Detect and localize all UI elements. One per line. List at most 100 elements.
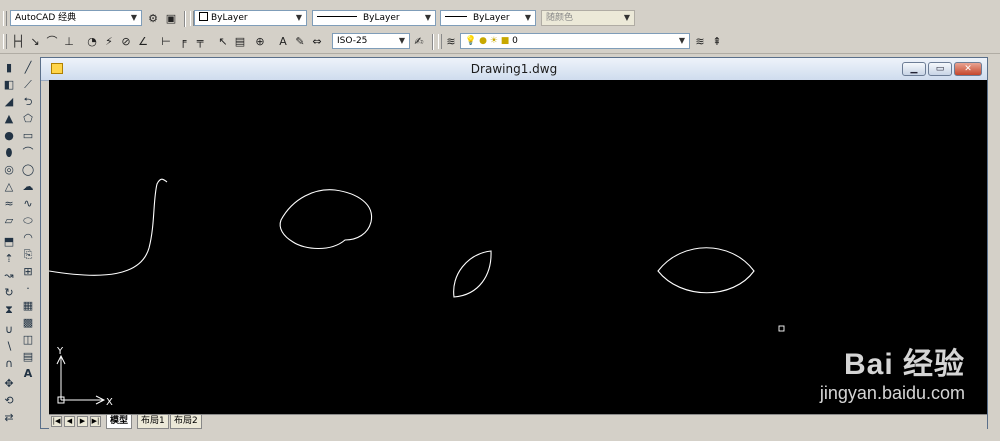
3d-align-icon[interactable]: ⇄ xyxy=(1,410,17,426)
jogged-dimension-icon[interactable]: ⚡ xyxy=(101,34,117,50)
hatch-icon[interactable]: ▦ xyxy=(20,298,36,314)
plotstyle-value: 随颜色 xyxy=(546,13,574,23)
dimension-style-icon[interactable]: ✍ xyxy=(411,34,427,50)
point-icon[interactable]: · xyxy=(20,281,36,297)
diameter-dimension-icon[interactable]: ⊘ xyxy=(118,34,134,50)
extrude-icon[interactable]: ⬒ xyxy=(1,234,17,250)
prev-tab-button[interactable]: ◀ xyxy=(64,416,75,427)
workspace-dropdown[interactable]: AutoCAD 经典 ▼ xyxy=(10,10,142,26)
color-swatch xyxy=(199,12,208,21)
center-mark-icon[interactable]: ⊕ xyxy=(252,34,268,50)
circle-icon[interactable]: ◯ xyxy=(20,162,36,178)
polyline-icon[interactable]: ⮌ xyxy=(20,94,36,110)
minimize-button[interactable]: ▁ xyxy=(902,62,926,76)
rectangle-icon[interactable]: ▭ xyxy=(20,128,36,144)
window-titlebar[interactable]: Drawing1.dwg ▁ ▭ ✕ xyxy=(41,58,987,81)
pyramid-icon[interactable]: △ xyxy=(1,179,17,195)
angular-dimension-icon[interactable]: ∠ xyxy=(135,34,151,50)
make-block-icon[interactable]: ⊞ xyxy=(20,264,36,280)
linetype-preview xyxy=(317,16,357,17)
spline-curve[interactable] xyxy=(49,178,168,276)
quick-dimension-icon[interactable]: ⊢ xyxy=(158,34,174,50)
arc-icon[interactable]: ⌒ xyxy=(20,145,36,161)
toolbar-grip[interactable] xyxy=(3,11,7,26)
petal-shape[interactable] xyxy=(453,250,492,298)
3d-move-icon[interactable]: ✥ xyxy=(1,376,17,392)
ellipse-icon[interactable]: ⬭ xyxy=(20,213,36,229)
region-icon[interactable]: ◫ xyxy=(20,332,36,348)
table-icon[interactable]: ▤ xyxy=(20,349,36,365)
arc-length-icon[interactable]: ⌒ xyxy=(44,34,60,50)
modeling-toolbar: ▮ ◧ ◢ ▲ ● ⬮ ◎ △ ≈ ▱ ⬒ ⇡ ↝ ↻ ⧗ ∪ ∖ ∩ ✥ ⟲ … xyxy=(0,56,19,441)
first-tab-button[interactable]: |◀ xyxy=(51,416,62,427)
intersect-icon[interactable]: ∩ xyxy=(1,356,17,372)
workspace-settings-icon[interactable]: ⚙ xyxy=(145,11,161,27)
subtract-icon[interactable]: ∖ xyxy=(1,339,17,355)
draw-toolbar: ╱ ⟋ ⮌ ⬠ ▭ ⌒ ◯ ☁ ∿ ⬭ ◠ ⎘ ⊞ · ▦ ▩ ◫ ▤ A xyxy=(19,56,38,441)
ellipse-arc-icon[interactable]: ◠ xyxy=(20,230,36,246)
lineweight-dropdown[interactable]: ByLayer ▼ xyxy=(440,10,536,26)
closed-curve-shape[interactable] xyxy=(279,189,373,250)
revolve-icon[interactable]: ↻ xyxy=(1,285,17,301)
layer-manager-icon[interactable]: ≋ xyxy=(443,34,459,50)
dimension-edit-icon[interactable]: A xyxy=(275,34,291,50)
spline-icon[interactable]: ∿ xyxy=(20,196,36,212)
restore-button[interactable]: ▭ xyxy=(928,62,952,76)
3d-rotate-icon[interactable]: ⟲ xyxy=(1,393,17,409)
line-icon[interactable]: ╱ xyxy=(20,60,36,76)
continue-dimension-icon[interactable]: ╤ xyxy=(192,34,208,50)
close-button[interactable]: ✕ xyxy=(954,62,982,76)
polygon-icon[interactable]: ⬠ xyxy=(20,111,36,127)
toolbar-grip[interactable] xyxy=(3,34,7,49)
chevron-down-icon: ▼ xyxy=(424,13,432,22)
gradient-icon[interactable]: ▩ xyxy=(20,315,36,331)
cone-icon[interactable]: ▲ xyxy=(1,111,17,127)
dimstyle-dropdown[interactable]: ISO-25 ▼ xyxy=(332,33,410,49)
torus-icon[interactable]: ◎ xyxy=(1,162,17,178)
layer-value: 0 xyxy=(512,36,518,46)
box-icon[interactable]: ◧ xyxy=(1,77,17,93)
sphere-icon[interactable]: ● xyxy=(1,128,17,144)
window-title: Drawing1.dwg xyxy=(470,62,558,76)
color-value: ByLayer xyxy=(211,13,248,23)
planar-surface-icon[interactable]: ▱ xyxy=(1,213,17,229)
linear-dimension-icon[interactable]: ├┤ xyxy=(10,34,26,50)
multiline-text-icon[interactable]: A xyxy=(20,366,36,382)
construction-line-icon[interactable]: ⟋ xyxy=(20,77,36,93)
next-tab-button[interactable]: ▶ xyxy=(77,416,88,427)
linetype-dropdown[interactable]: ByLayer ▼ xyxy=(312,10,436,26)
tolerance-icon[interactable]: ▤ xyxy=(232,34,248,50)
dimension-text-edit-icon[interactable]: ✎ xyxy=(292,34,308,50)
toolbar-grip[interactable] xyxy=(438,34,442,49)
union-icon[interactable]: ∪ xyxy=(1,322,17,338)
model-space-canvas[interactable]: Y X Bai 经验 jingyan.baidu.com xyxy=(49,80,987,414)
dimension-update-icon[interactable]: ⇔ xyxy=(309,34,325,50)
loft-icon[interactable]: ⧗ xyxy=(1,302,17,318)
tab-model[interactable]: 模型 xyxy=(106,415,133,429)
make-object-layer-current-icon[interactable]: ≋ xyxy=(692,34,708,50)
sweep-icon[interactable]: ↝ xyxy=(1,268,17,284)
polysolid-icon[interactable]: ▮ xyxy=(1,60,17,76)
cylinder-icon[interactable]: ⬮ xyxy=(1,145,17,161)
layer-dropdown[interactable]: 💡 ● ☀ ■ 0 ▼ xyxy=(460,33,690,49)
tab-layout1[interactable]: 布局1 xyxy=(137,415,169,429)
insert-block-icon[interactable]: ⎘ xyxy=(20,247,36,263)
baseline-dimension-icon[interactable]: ╒ xyxy=(175,34,191,50)
last-tab-button[interactable]: ▶| xyxy=(90,416,101,427)
wedge-icon[interactable]: ◢ xyxy=(1,94,17,110)
linetype-value: ByLayer xyxy=(363,13,400,23)
plotstyle-dropdown[interactable]: 随颜色 ▼ xyxy=(541,10,635,26)
dimension-layers-toolbar: ├┤ ↘ ⌒ ⊥ ◔ ⚡ ⊘ ∠ ⊢ ╒ ╤ ↖ ▤ ⊕ A ✎ ⇔ ISO-2… xyxy=(0,31,1000,54)
radius-dimension-icon[interactable]: ◔ xyxy=(84,34,100,50)
revision-cloud-icon[interactable]: ☁ xyxy=(20,179,36,195)
helix-icon[interactable]: ≈ xyxy=(1,196,17,212)
layer-previous-icon[interactable]: ⇞ xyxy=(709,34,725,50)
save-workspace-icon[interactable]: ▣ xyxy=(163,11,179,27)
ordinate-dimension-icon[interactable]: ⊥ xyxy=(61,34,77,50)
tab-layout2[interactable]: 布局2 xyxy=(170,415,202,429)
quick-leader-icon[interactable]: ↖ xyxy=(215,34,231,50)
lens-shape[interactable] xyxy=(657,247,755,294)
aligned-dimension-icon[interactable]: ↘ xyxy=(27,34,43,50)
presspull-icon[interactable]: ⇡ xyxy=(1,251,17,267)
color-dropdown[interactable]: ByLayer ▼ xyxy=(194,10,307,26)
